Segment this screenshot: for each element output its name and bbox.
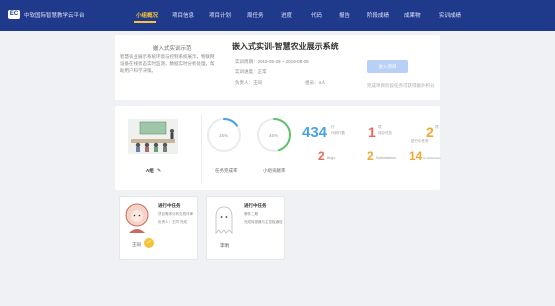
nav-item-training-grades[interactable]: 实训成绩 (439, 11, 461, 19)
nav-item-report[interactable]: 报告 (339, 11, 350, 19)
active-tasks-label: 进行中任务 (411, 139, 429, 143)
bugs-value: 2 (318, 149, 325, 163)
project-members: 组员：4人 (305, 80, 326, 85)
task-card-2-line2: 完成传感器与主控板通信 (244, 220, 283, 224)
nav-item-project-plan[interactable]: 项目计划 (209, 11, 231, 19)
project-description: 智慧农业展示系统环境与控制系统展示，物联网设备在线状态实时监测，数据实时分析处理… (120, 54, 215, 73)
task-card-1-line2: 负责人：王同 完成 (158, 220, 187, 224)
code-lines-value: 434 (302, 124, 328, 141)
submissions-label: Submissions (376, 156, 396, 160)
task-progress-caption: 任务完成率 (215, 168, 238, 173)
top-nav-bar: EC 中软国际智慧教学云平台 小组概况 项目信息 项目计划 周任务 进度 代码 … (0, 0, 555, 31)
task-progress-value: 15% (219, 133, 229, 138)
bugs-label: Bugs (327, 156, 335, 160)
nav-item-progress[interactable]: 进度 (281, 11, 292, 19)
task-card-1-badge-icon: ✓ (144, 238, 154, 248)
submissions-value: 2 (367, 149, 374, 163)
task-card-2-title: 进行中任务 (244, 203, 267, 208)
code-lines-label: 代码行数 (331, 131, 345, 135)
nav-item-weekly-tasks[interactable]: 周任务 (247, 11, 264, 19)
logo-badge-icon: EC (8, 10, 20, 19)
contributions-label: Contributions (423, 156, 441, 160)
active-tasks-value: 2 (426, 124, 434, 140)
classroom-illustration (128, 119, 178, 154)
contribution-value: 45% (269, 133, 279, 138)
active-tasks-unit: 项 (435, 125, 439, 129)
task-card-1-user: 王同 (132, 242, 141, 247)
project-title: 嵌入式实训-智慧农业展示系统 (232, 42, 339, 51)
stats-divider (201, 114, 202, 184)
project-date-range: 实训周期：2019-05-29 ~ 2019-08-08 (235, 59, 309, 64)
todo-tasks-label: 待办任务 (378, 131, 392, 135)
todo-tasks-value: 1 (368, 124, 376, 140)
logo[interactable]: EC 中软国际智慧教学云平台 (8, 10, 85, 19)
nav-item-code[interactable]: 代码 (311, 11, 322, 19)
student-avatar-icon (125, 203, 149, 233)
group-name: A组 (146, 168, 154, 173)
task-card-1-title: 进行中任务 (158, 203, 181, 208)
task-card-2-user: 李明 (220, 243, 229, 248)
project-small-title: 嵌入式实训示范 (153, 46, 192, 52)
app-title: 中软国际智慧教学云平台 (24, 12, 85, 19)
contribution-caption: 小组贡献率 (263, 168, 286, 173)
task-card-2-line1: 硬件二期 (244, 212, 258, 216)
enter-project-button[interactable]: 进入项目 (367, 60, 408, 73)
code-lines-unit: 行 (331, 125, 335, 129)
ghost-avatar-icon (215, 206, 233, 234)
nav-item-project-info[interactable]: 项目信息 (172, 11, 194, 19)
nav-item-stage-grades[interactable]: 阶段成绩 (367, 11, 389, 19)
project-tip: 完成项目阶段任务可获得额外积分 (367, 83, 435, 88)
contributions-value: 14 (409, 149, 423, 163)
project-leader: 负责人：王同 (235, 80, 262, 85)
nav-item-overview[interactable]: 小组概况 (136, 11, 158, 19)
edit-group-icon[interactable]: ✎ (157, 168, 161, 174)
todo-tasks-unit: 项 (378, 125, 382, 129)
project-status: 实训进度：正常 (235, 69, 267, 74)
nav-item-deliverables[interactable]: 成果物 (404, 11, 421, 19)
nav-active-indicator (134, 21, 156, 23)
task-card-1-line1: 项目需求分析文档评审 (158, 212, 193, 216)
